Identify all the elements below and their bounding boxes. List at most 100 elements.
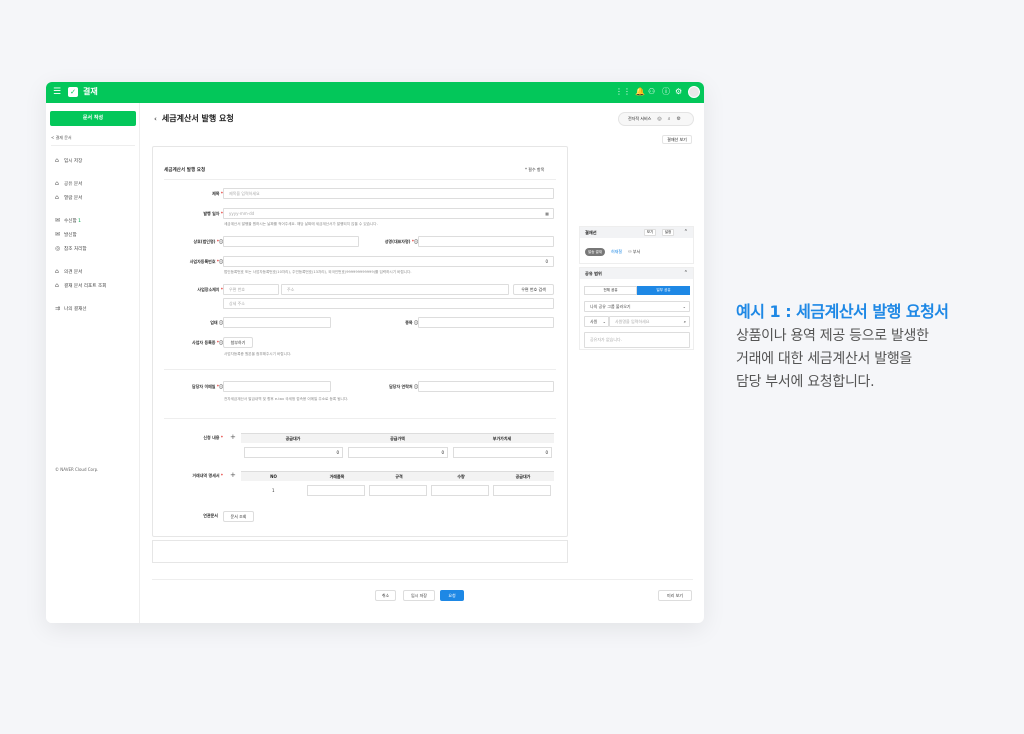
title-label: 제목 *	[212, 191, 223, 196]
add-row-icon[interactable]: +	[230, 433, 236, 441]
amount-vat-input[interactable]: 0	[453, 447, 552, 458]
sidebar-item-shared[interactable]: ⌂ 공유 문서	[55, 180, 82, 187]
approval-panel: 결재선 보기 설정 ⌃ 발송 결재 허재철 ⚇ 부서	[579, 226, 694, 264]
approval-line-icon: ⇉	[55, 305, 61, 312]
form-heading: 세금계산서 발행 요청	[164, 168, 206, 173]
approval-view-button[interactable]: 보기	[644, 229, 656, 236]
ceo-label: 성명(대표자명) *ⓘ	[384, 239, 418, 244]
share-tab-all[interactable]: 전체 공유	[584, 286, 637, 295]
compose-button[interactable]: 문서 작성	[50, 111, 136, 126]
gear-icon[interactable]: ⚙	[675, 87, 682, 97]
detail-row-no: 1	[272, 488, 275, 493]
bizno-input[interactable]: 0	[223, 256, 554, 267]
form-bottom-area	[152, 540, 568, 563]
address-detail-input[interactable]: 상세 주소	[223, 298, 554, 309]
sidebar-item-report[interactable]: ⌂ 결재 문서 리포트 조회	[55, 282, 106, 289]
address-input[interactable]: 주소	[281, 284, 509, 295]
app-window: ☰ ✓ 결재 ⋮⋮ 🔔 ⚇ ⓘ ⚙ 문서 작성 < 결재 문서 ⌂ 임시 저장 ⌂…	[46, 82, 704, 623]
zip-input[interactable]: 우편 번호	[223, 284, 279, 295]
sidebar-item-draft[interactable]: ⌂ 임시 저장	[55, 157, 82, 164]
detail-supply-input[interactable]	[493, 485, 551, 496]
ceo-input[interactable]	[418, 236, 554, 247]
preview-button[interactable]: 미리 보기	[658, 590, 692, 601]
detail-item-input[interactable]	[307, 485, 365, 496]
share-header: 공유 범위 ⌃	[580, 268, 693, 279]
biztype-input[interactable]	[223, 317, 331, 328]
shared-doc-icon: ⌂	[55, 180, 59, 187]
share-search-input[interactable]: 사원명을 입력하세요 ⌕	[609, 316, 690, 327]
address-label: 사업장소재지 *	[197, 287, 223, 292]
approval-person[interactable]: 허재철	[611, 249, 622, 255]
sidebar-item-approval-line[interactable]: ⇉ 나의 결재선	[55, 305, 87, 312]
phone-label: 담당자 연락처 ⓘ	[389, 384, 418, 389]
read-doc-icon: ⌂	[55, 194, 59, 201]
chevron-down-icon: ⌄	[602, 319, 606, 324]
opinion-icon: ⌂	[55, 268, 59, 275]
chevron-up-icon[interactable]: ⌃	[684, 268, 688, 279]
amount-supply-input[interactable]: 0	[244, 447, 343, 458]
detail-header-no: NO	[241, 471, 306, 481]
approval-setting-button[interactable]: 설정	[662, 229, 674, 236]
chevron-down-icon: ⌄	[682, 304, 686, 309]
request-button[interactable]: 요청	[440, 590, 464, 601]
date-input[interactable]: yyyy-mm-dd ▦	[223, 208, 554, 219]
cancel-button[interactable]: 취소	[375, 590, 396, 601]
hamburger-icon[interactable]: ☰	[53, 87, 61, 98]
zip-search-button[interactable]: 우편 번호 검색	[513, 284, 554, 295]
bizitem-label: 종목 ⓘ	[405, 320, 418, 325]
sidebar-item-read[interactable]: ⌂ 열람 문서	[55, 194, 82, 201]
detail-header-qty: 수량	[430, 471, 492, 481]
phone-input[interactable]	[418, 381, 554, 392]
avatar[interactable]	[688, 86, 700, 98]
service-pill[interactable]: 전자적 서비스 ◎ ⌕ ⚙	[618, 112, 694, 126]
bell-icon[interactable]: 🔔	[635, 87, 645, 97]
sidebar-item-inbox[interactable]: ✉ 수신함 1	[55, 217, 81, 224]
search-icon[interactable]: ⌕	[684, 317, 686, 326]
email-label: 담당자 이메일 *ⓘ	[192, 384, 223, 389]
amount-value-input[interactable]: 0	[348, 447, 448, 458]
temp-save-button[interactable]: 임시 저장	[403, 590, 435, 601]
share-icon[interactable]: ⚇	[648, 87, 655, 97]
add-item-icon[interactable]: +	[230, 471, 236, 479]
back-icon[interactable]: ‹	[154, 115, 157, 123]
sidebar-item-opinion[interactable]: ⌂ 의견 문서	[55, 268, 82, 275]
search-icon[interactable]: ⌕	[668, 116, 671, 122]
biztype-label: 업태 ⓘ	[210, 320, 223, 325]
sidebar-item-outbox[interactable]: ✉ 발신함	[55, 231, 77, 238]
cert-label: 사업자 등록증 *ⓘ	[192, 340, 223, 345]
calendar-icon[interactable]: ▦	[545, 209, 549, 218]
share-tab-part[interactable]: 일부 공유	[637, 286, 690, 295]
sidebar: 문서 작성 < 결재 문서 ⌂ 임시 저장 ⌂ 공유 문서 ⌂ 열람 문서 ✉ 수신함 …	[46, 103, 140, 623]
help-icon[interactable]: ⓘ	[662, 87, 670, 97]
amount-header-value: 공급가액	[345, 433, 450, 443]
bizno-hint: 법인등록번호 또는 사업자등록번호(10자리), 주민등록번호(13자리), 외…	[224, 270, 412, 274]
check-circle-icon: ◎	[55, 245, 61, 252]
company-input[interactable]	[223, 236, 359, 247]
caption-line-2: 거래에 대한 세금계산서 발행을	[736, 351, 912, 367]
sidebar-section[interactable]: < 결재 문서	[51, 135, 72, 141]
related-label: 연관문서	[203, 513, 218, 518]
email-input[interactable]	[223, 381, 331, 392]
share-empty: 공유자가 없습니다.	[584, 332, 690, 348]
gear-icon[interactable]: ⚙	[677, 116, 681, 122]
approval-dept: ⚇ 부서	[628, 249, 641, 254]
detail-qty-input[interactable]	[431, 485, 489, 496]
apps-icon[interactable]: ⋮⋮	[615, 87, 631, 97]
detail-spec-input[interactable]	[369, 485, 427, 496]
app-title: 결재	[83, 87, 98, 96]
share-scope-select[interactable]: 사원 ⌄	[584, 316, 609, 327]
attach-button[interactable]: 첨부하기	[223, 337, 253, 348]
detail-header-spec: 규격	[368, 471, 430, 481]
company-label: 상호(법인명) *ⓘ	[193, 239, 223, 244]
caption-line-1: 상품이나 용역 제공 등으로 발생한	[736, 328, 929, 344]
settings-icon[interactable]: ◎	[657, 116, 661, 122]
view-approval-line-button[interactable]: 결재선 보기	[662, 135, 692, 144]
title-input[interactable]: 제목을 입력하세요	[223, 188, 554, 199]
copyright: © NAVER Cloud Corp.	[55, 467, 99, 472]
sidebar-item-reference[interactable]: ◎ 참조 처리함	[55, 245, 87, 252]
request-form: 세금계산서 발행 요청 * 필수 항목 제목 * 제목을 입력하세요 발행 일자…	[152, 146, 568, 537]
share-group-select[interactable]: 나의 공유 그룹 불러오기 ⌄	[584, 301, 690, 312]
related-search-button[interactable]: 문서 조회	[223, 511, 254, 522]
chevron-up-icon[interactable]: ⌃	[684, 227, 688, 238]
bizitem-input[interactable]	[418, 317, 554, 328]
